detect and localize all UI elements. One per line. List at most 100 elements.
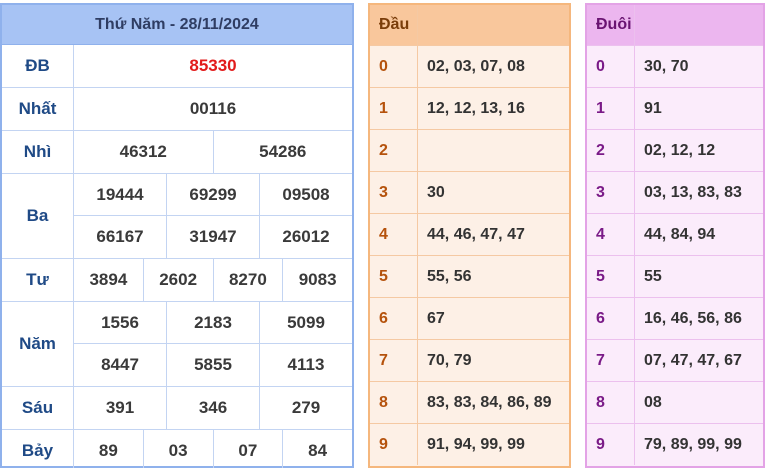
dau-values: 02, 03, 07, 08 [427,57,525,75]
prize-row: Bảy 89 03 07 84 [2,430,352,468]
prize-row: Năm 1556 2183 5099 8447 5855 4113 [2,302,352,387]
dau-header: Đầu [370,5,569,45]
dau-row: 7 70, 79 [370,339,569,381]
duoi-values: 02, 12, 12 [644,141,716,159]
dau-key: 0 [370,46,418,87]
prize-number: 8447 [74,344,167,386]
prize-row: Nhất 00116 [2,88,352,131]
dau-row: 2 [370,129,569,171]
duoi-key: 8 [587,382,635,423]
prize-number: 26012 [282,227,330,246]
dau-row: 0 02, 03, 07, 08 [370,45,569,87]
duoi-key: 5 [587,256,635,297]
duoi-row: 3 03, 13, 83, 83 [587,171,763,213]
prize-number: 69299 [167,174,260,215]
results-table: Thứ Năm - 28/11/2024 ĐB 85330 Nhất 00116 Nhì… [0,3,354,468]
prize-label: Ba [2,174,74,258]
prize-number-row: 8447 5855 4113 [74,344,352,386]
prize-number: 66167 [74,216,167,258]
dau-row: 3 30 [370,171,569,213]
duoi-key: 1 [587,88,635,129]
prize-numbers: 1556 2183 5099 8447 5855 4113 [74,302,352,386]
prize-number: 03 [144,430,214,468]
dau-key: 6 [370,298,418,339]
duoi-values: 08 [644,393,662,411]
prize-numbers: 85330 [74,45,352,87]
prize-label: Sáu [2,387,74,429]
prize-list: ĐB 85330 Nhất 00116 Nhì 46312 54286 Ba 19444 6929… [2,45,352,468]
duoi-table: Đuôi 0 30, 70 1 91 2 02, 12, 12 3 03, 13, 83, 8… [585,3,765,468]
prize-number: 4113 [287,355,325,374]
prize-numbers: 3894 2602 8270 9083 [74,259,352,301]
prize-number: 54286 [259,142,307,161]
dau-values: 30 [427,183,445,201]
duoi-row: 7 07, 47, 47, 67 [587,339,763,381]
duoi-values: 55 [644,267,662,285]
duoi-values: 44, 84, 94 [644,225,716,243]
dau-table: Đầu 0 02, 03, 07, 08 1 12, 12, 13, 16 2 3 30 4 4… [368,3,571,468]
duoi-row: 9 79, 89, 99, 99 [587,423,763,465]
prize-numbers: 00116 [74,88,352,130]
duoi-rows: 0 30, 70 1 91 2 02, 12, 12 3 03, 13, 83, 83 4 44,… [587,45,763,465]
duoi-row: 5 55 [587,255,763,297]
dau-row: 1 12, 12, 13, 16 [370,87,569,129]
duoi-row: 4 44, 84, 94 [587,213,763,255]
duoi-values: 79, 89, 99, 99 [644,435,742,453]
prize-number: 5099 [287,312,325,332]
dau-row: 9 91, 94, 99, 99 [370,423,569,465]
prize-number-row: 85330 [74,45,352,87]
prize-number: 8270 [214,259,284,301]
dau-rows: 0 02, 03, 07, 08 1 12, 12, 13, 16 2 3 30 4 44, 4… [370,45,569,465]
prize-number-row: 3894 2602 8270 9083 [74,259,352,301]
prize-number: 391 [74,387,167,429]
dau-key: 2 [370,130,418,171]
prize-number: 89 [74,430,144,468]
dau-values: 55, 56 [427,267,472,285]
prize-number-row: 1556 2183 5099 [74,302,352,344]
duoi-values: 16, 46, 56, 86 [644,309,742,327]
dau-key: 3 [370,172,418,213]
prize-label: Nhì [2,131,74,173]
prize-number: 2183 [167,302,260,343]
dau-header-label: Đầu [370,5,418,45]
prize-number: 346 [167,387,260,429]
prize-number-row: 66167 31947 26012 [74,216,352,258]
prize-number: 09508 [282,184,330,204]
dau-values: 12, 12, 13, 16 [427,99,525,117]
duoi-row: 0 30, 70 [587,45,763,87]
dau-values: 70, 79 [427,351,472,369]
prize-number: 84 [308,441,328,460]
prize-number: 19444 [74,174,167,215]
dau-key: 7 [370,340,418,381]
duoi-key: 6 [587,298,635,339]
prize-row: ĐB 85330 [2,45,352,88]
results-title: Thứ Năm - 28/11/2024 [2,5,352,45]
duoi-key: 7 [587,340,635,381]
prize-number-row: 00116 [74,88,352,130]
prize-number-row: 19444 69299 09508 [74,174,352,216]
duoi-key: 9 [587,424,635,465]
prize-label: Bảy [2,430,74,468]
duoi-key: 3 [587,172,635,213]
duoi-values: 30, 70 [644,57,689,75]
dau-values: 91, 94, 99, 99 [427,435,525,453]
dau-row: 6 67 [370,297,569,339]
prize-numbers: 391 346 279 [74,387,352,429]
prize-number-row: 46312 54286 [74,131,352,173]
prize-label: Năm [2,302,74,386]
dau-values: 67 [427,309,445,327]
duoi-row: 8 08 [587,381,763,423]
prize-number: 9083 [298,270,337,289]
prize-label: ĐB [2,45,74,87]
dau-key: 4 [370,214,418,255]
prize-numbers: 89 03 07 84 [74,430,352,468]
dau-key: 5 [370,256,418,297]
duoi-values: 07, 47, 47, 67 [644,351,742,369]
prize-label: Tư [2,259,74,301]
prize-row: Ba 19444 69299 09508 66167 31947 26012 [2,174,352,259]
dau-row: 4 44, 46, 47, 47 [370,213,569,255]
dau-key: 8 [370,382,418,423]
prize-row: Sáu 391 346 279 [2,387,352,430]
duoi-values: 03, 13, 83, 83 [644,183,742,201]
prize-row: Tư 3894 2602 8270 9083 [2,259,352,302]
